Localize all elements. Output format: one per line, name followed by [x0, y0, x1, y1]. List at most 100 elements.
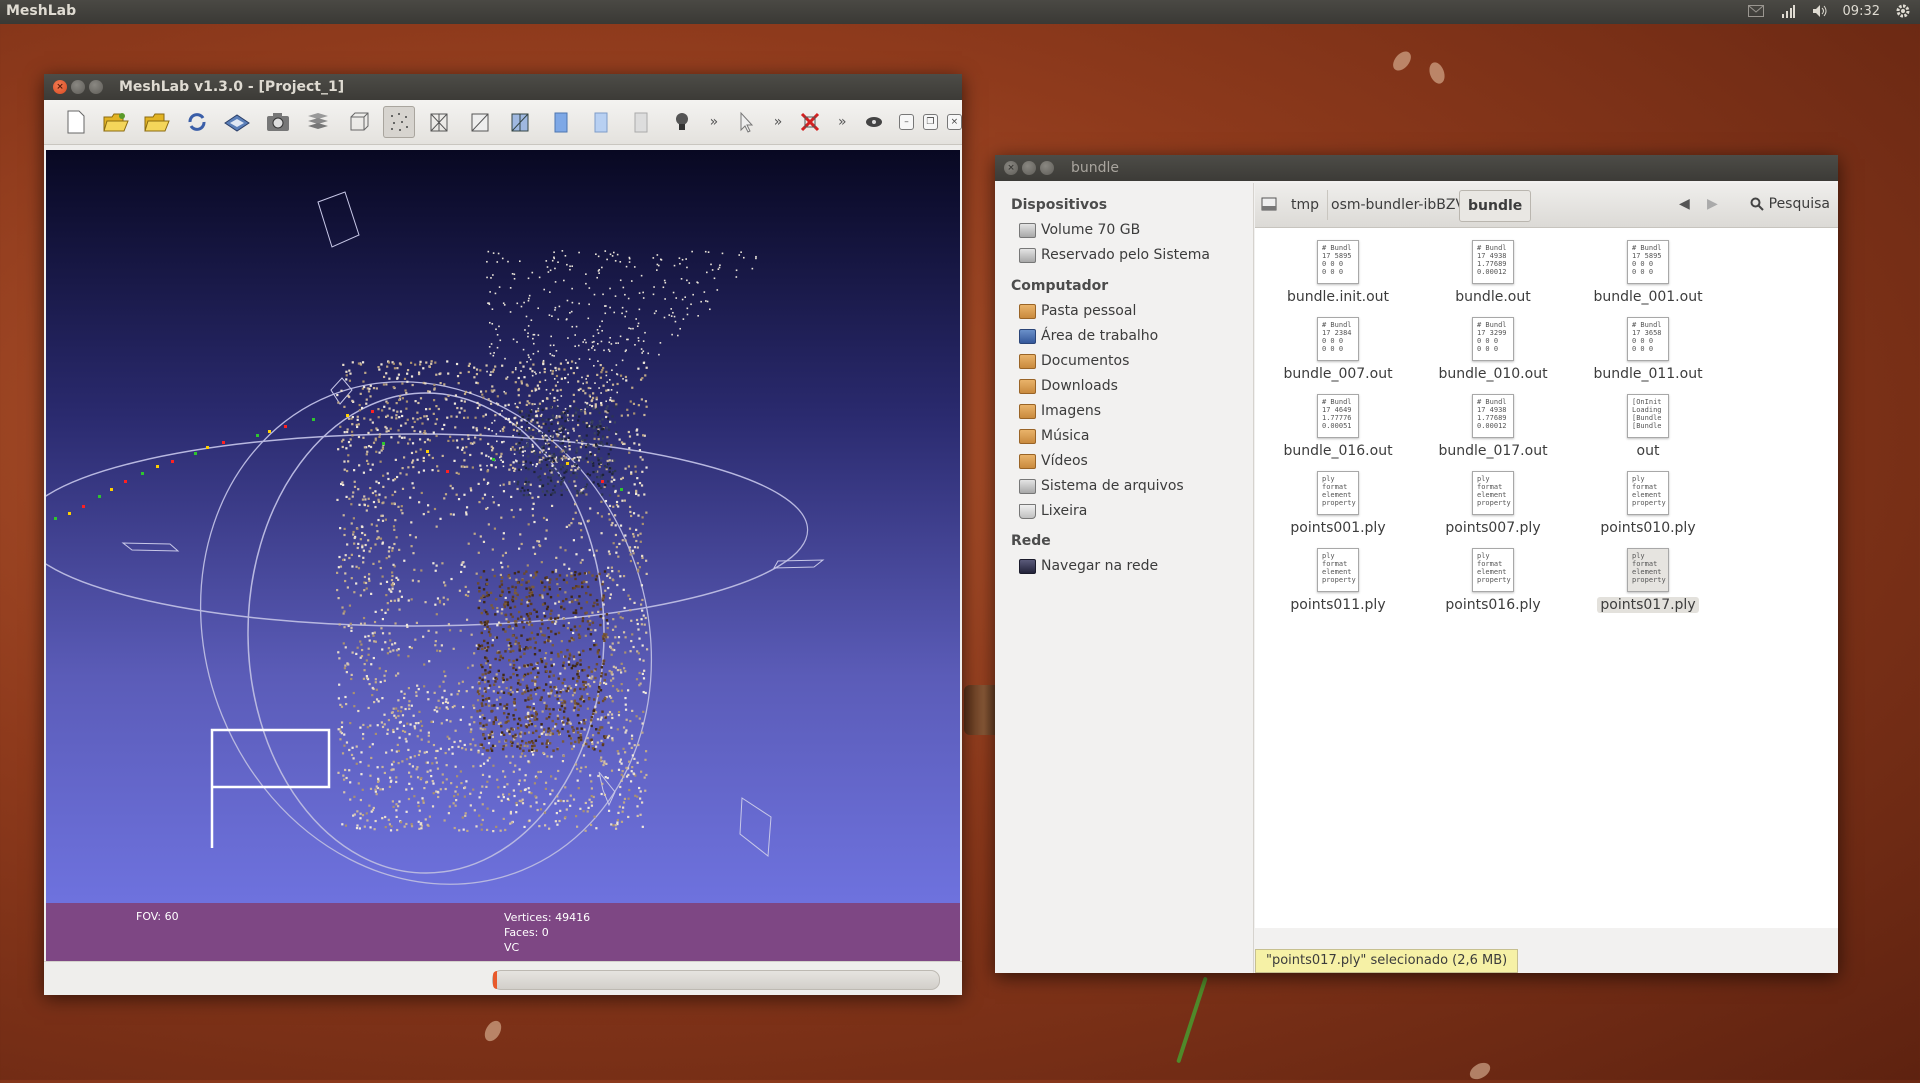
- file-item[interactable]: # Bundl 17 4938 1.77689 0.00012 bundle_01…: [1418, 394, 1568, 459]
- folder-icon: [1019, 453, 1036, 469]
- minimize-button[interactable]: [71, 80, 85, 94]
- progress-fill: [493, 971, 498, 989]
- file-name: points016.ply: [1445, 597, 1541, 613]
- sidebar-item-label: Downloads: [1041, 378, 1118, 394]
- wireframe-render-icon[interactable]: [424, 106, 455, 138]
- delete-icon[interactable]: [794, 106, 825, 138]
- restore-subwindow-button[interactable]: ❐: [923, 114, 938, 130]
- meshlab-titlebar[interactable]: × MeshLab v1.3.0 - [Project_1]: [44, 74, 962, 100]
- clock[interactable]: 09:32: [1843, 4, 1880, 19]
- open-project-icon[interactable]: [100, 106, 131, 138]
- gear-icon[interactable]: [1894, 2, 1912, 20]
- eye-icon[interactable]: [859, 106, 890, 138]
- selection-status: "points017.ply" selecionado (2,6 MB): [1255, 949, 1519, 973]
- file-name: bundle_011.out: [1593, 366, 1703, 382]
- sidebar-item-desktop[interactable]: Área de trabalho: [1019, 328, 1158, 344]
- points-render-icon[interactable]: [383, 106, 415, 138]
- file-item[interactable]: ply format element property points001.ply: [1263, 471, 1413, 536]
- more-icon[interactable]: »: [771, 106, 786, 138]
- network-signal-icon[interactable]: [1779, 2, 1797, 20]
- sidebar-item-home[interactable]: Pasta pessoal: [1019, 303, 1136, 319]
- save-icon[interactable]: [222, 106, 253, 138]
- file-item[interactable]: ply format element property points011.ply: [1263, 548, 1413, 613]
- text-file-icon: # Bundl 17 3658 0 0 0 0 0 0: [1627, 317, 1669, 361]
- file-item[interactable]: [OnInit Loading [Bundle [Bundle out: [1573, 394, 1723, 459]
- window-title: bundle: [1071, 160, 1120, 176]
- smooth-render-icon[interactable]: [585, 106, 616, 138]
- file-manager-window: × bundle Dispositivos Volume 70 GB Reser…: [995, 155, 1838, 973]
- file-item[interactable]: ply format element property points010.ply: [1573, 471, 1723, 536]
- sidebar-item-trash[interactable]: Lixeira: [1019, 503, 1087, 519]
- mail-icon[interactable]: [1747, 2, 1765, 20]
- file-name: points011.ply: [1290, 597, 1386, 613]
- sidebar-item-volume[interactable]: Volume 70 GB: [1019, 222, 1140, 238]
- flat-lines-icon[interactable]: [504, 106, 535, 138]
- file-item[interactable]: # Bundl 17 4649 1.77776 0.00051 bundle_01…: [1263, 394, 1413, 459]
- forward-arrow-icon[interactable]: ▶: [1707, 196, 1718, 212]
- volume-icon[interactable]: [1811, 2, 1829, 20]
- breadcrumb-bundle[interactable]: bundle: [1459, 190, 1532, 222]
- file-item[interactable]: # Bundl 17 3658 0 0 0 0 0 0 bundle_011.ou…: [1573, 317, 1723, 382]
- file-name: points001.ply: [1290, 520, 1386, 536]
- close-subwindow-button[interactable]: ×: [946, 114, 962, 130]
- meshlab-status-bar: [44, 961, 962, 995]
- new-file-icon[interactable]: [60, 106, 91, 138]
- search-icon: [1750, 197, 1764, 211]
- pick-icon[interactable]: [730, 106, 761, 138]
- text-file-icon: # Bundl 17 4649 1.77776 0.00051: [1317, 394, 1359, 438]
- file-name: bundle_017.out: [1438, 443, 1548, 459]
- sidebar-item-images[interactable]: Imagens: [1019, 403, 1101, 419]
- bbox-render-icon[interactable]: [343, 106, 374, 138]
- minimize-subwindow-button[interactable]: –: [899, 114, 914, 130]
- sidebar-item-music[interactable]: Música: [1019, 428, 1089, 444]
- sidebar-heading-network: Rede: [1011, 533, 1051, 549]
- minimize-button[interactable]: [1022, 161, 1036, 175]
- reload-icon[interactable]: [181, 106, 212, 138]
- back-arrow-icon[interactable]: ◀: [1679, 196, 1690, 212]
- file-name: bundle_016.out: [1283, 443, 1393, 459]
- file-item[interactable]: ply format element property points016.ply: [1418, 548, 1568, 613]
- layers-icon[interactable]: [302, 106, 333, 138]
- snapshot-icon[interactable]: [262, 106, 293, 138]
- more-icon[interactable]: »: [835, 106, 850, 138]
- sidebar-item-browse-network[interactable]: Navegar na rede: [1019, 558, 1158, 574]
- file-name: points007.ply: [1445, 520, 1541, 536]
- file-name: out: [1636, 443, 1660, 459]
- sidebar-item-documents[interactable]: Documentos: [1019, 353, 1129, 369]
- light-icon[interactable]: [666, 106, 697, 138]
- wallpaper-petal: [1466, 1059, 1494, 1083]
- file-item[interactable]: # Bundl 17 5895 0 0 0 0 0 0 bundle_001.ou…: [1573, 240, 1723, 305]
- close-button[interactable]: ×: [1004, 161, 1018, 175]
- sidebar-item-videos[interactable]: Vídeos: [1019, 453, 1088, 469]
- faces-count: Faces: 0: [504, 926, 549, 939]
- sidebar-item-downloads[interactable]: Downloads: [1019, 378, 1118, 394]
- hidden-lines-icon[interactable]: [464, 106, 495, 138]
- sidebar-item-filesystem[interactable]: Sistema de arquivos: [1019, 478, 1184, 494]
- active-app-name: MeshLab: [6, 3, 77, 19]
- file-item[interactable]: ply format element property points017.ply: [1573, 548, 1723, 613]
- breadcrumb-tmp[interactable]: tmp: [1283, 190, 1329, 220]
- close-button[interactable]: ×: [53, 80, 67, 94]
- file-item[interactable]: ply format element property points007.ply: [1418, 471, 1568, 536]
- drive-icon[interactable]: [1261, 197, 1277, 215]
- point-cloud-scene[interactable]: [46, 150, 960, 903]
- texture-icon[interactable]: [626, 106, 657, 138]
- more-icon[interactable]: »: [707, 106, 722, 138]
- flat-render-icon[interactable]: [545, 106, 576, 138]
- sidebar-item-label: Pasta pessoal: [1041, 303, 1137, 319]
- sidebar-item-reserved[interactable]: Reservado pelo Sistema: [1019, 247, 1210, 263]
- wallpaper-petal: [481, 1017, 505, 1045]
- maximize-button[interactable]: [1040, 161, 1054, 175]
- search-button[interactable]: Pesquisa: [1750, 196, 1830, 212]
- file-item[interactable]: # Bundl 17 4938 1.77689 0.00012 bundle.ou…: [1418, 240, 1568, 305]
- file-icon-view[interactable]: # Bundl 17 5895 0 0 0 0 0 0 bundle.init.o…: [1255, 228, 1838, 928]
- camera-frame: [121, 542, 180, 552]
- file-item[interactable]: # Bundl 17 3299 0 0 0 0 0 0 bundle_010.ou…: [1418, 317, 1568, 382]
- file-manager-titlebar[interactable]: × bundle: [995, 155, 1838, 181]
- file-item[interactable]: # Bundl 17 2384 0 0 0 0 0 0 bundle_007.ou…: [1263, 317, 1413, 382]
- 3d-viewport[interactable]: [46, 150, 960, 903]
- color-mode: VC: [504, 941, 520, 954]
- open-mesh-icon[interactable]: [141, 106, 172, 138]
- maximize-button[interactable]: [89, 80, 103, 94]
- file-item[interactable]: # Bundl 17 5895 0 0 0 0 0 0 bundle.init.o…: [1263, 240, 1413, 305]
